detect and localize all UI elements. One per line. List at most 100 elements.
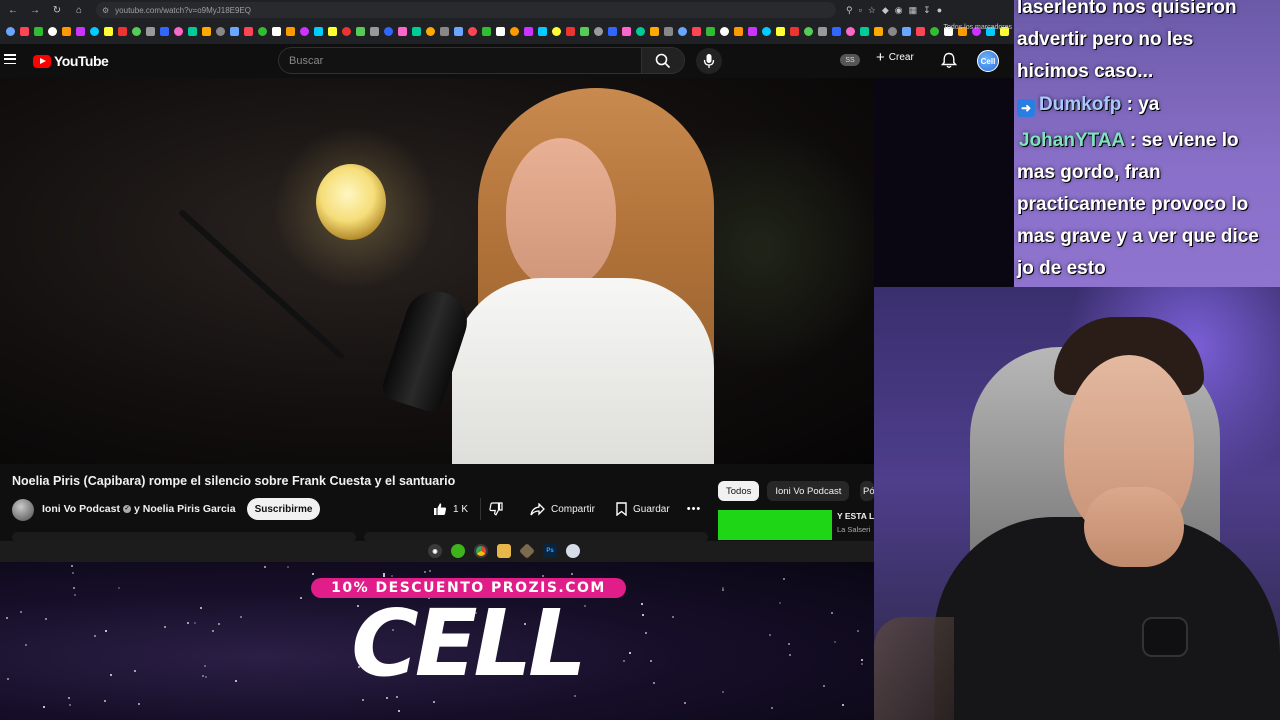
bookmark-favicon-icon[interactable] xyxy=(454,26,463,36)
bookmark-favicon-icon[interactable] xyxy=(496,26,505,36)
bookmark-favicon-icon[interactable] xyxy=(342,26,351,36)
chip-podcasts[interactable]: Pó xyxy=(860,481,874,501)
folder-icon[interactable] xyxy=(497,544,511,558)
bookmark-favicon-icon[interactable] xyxy=(482,26,491,36)
address-bar[interactable]: ⚙ youtube.com/watch?v=o9MyJ18E9EQ xyxy=(96,2,836,18)
bookmark-favicon-icon[interactable] xyxy=(762,26,771,36)
menu-icon[interactable] xyxy=(4,54,16,64)
bookmark-favicon-icon[interactable] xyxy=(160,26,169,36)
bookmark-favicon-icon[interactable] xyxy=(930,26,939,36)
all-bookmarks-button[interactable]: Todos los marcadores xyxy=(944,24,1012,31)
bookmark-favicon-icon[interactable] xyxy=(664,26,673,36)
bookmark-favicon-icon[interactable] xyxy=(300,26,309,36)
collaborator-name[interactable]: y Noelia Piris Garcia xyxy=(134,503,236,515)
bookmark-favicon-icon[interactable] xyxy=(174,26,183,36)
account-avatar[interactable]: Cell xyxy=(977,50,999,72)
video-player[interactable] xyxy=(0,78,874,464)
bookmark-favicon-icon[interactable] xyxy=(790,26,799,36)
bookmark-favicon-icon[interactable] xyxy=(6,26,15,36)
bookmark-favicon-icon[interactable] xyxy=(468,26,477,36)
bookmark-favicon-icon[interactable] xyxy=(580,26,589,36)
bookmark-favicon-icon[interactable] xyxy=(608,26,617,36)
subscribe-button[interactable]: Suscribirme xyxy=(247,498,320,520)
bookmark-favicon-icon[interactable] xyxy=(356,26,365,36)
share-button[interactable]: Compartir xyxy=(520,498,605,520)
extension-icon[interactable]: ◆ xyxy=(882,5,889,16)
bookmark-favicon-icon[interactable] xyxy=(426,26,435,36)
bookmark-favicon-icon[interactable] xyxy=(916,26,925,36)
bookmark-favicon-icon[interactable] xyxy=(874,26,883,36)
photoshop-icon[interactable]: Ps xyxy=(543,544,557,558)
bookmark-favicon-icon[interactable] xyxy=(230,26,239,36)
extensions-puzzle-icon[interactable]: ▦ xyxy=(909,5,918,16)
bookmark-favicon-icon[interactable] xyxy=(118,26,127,36)
spotify-icon[interactable] xyxy=(451,544,465,558)
app-icon[interactable] xyxy=(566,544,580,558)
dislike-button[interactable] xyxy=(480,498,510,520)
bookmark-favicon-icon[interactable] xyxy=(272,26,281,36)
bookmark-favicon-icon[interactable] xyxy=(622,26,631,36)
bookmark-favicon-icon[interactable] xyxy=(552,26,561,36)
bookmark-favicon-icon[interactable] xyxy=(720,26,729,36)
bookmark-favicon-icon[interactable] xyxy=(748,26,757,36)
download-icon[interactable]: ↧ xyxy=(923,5,931,16)
bookmark-favicon-icon[interactable] xyxy=(594,26,603,36)
bookmark-favicon-icon[interactable] xyxy=(398,26,407,36)
youtube-logo[interactable]: YouTube xyxy=(33,53,109,69)
site-info-icon[interactable]: ⚙ xyxy=(102,6,109,15)
search-input[interactable] xyxy=(289,54,641,67)
bookmark-favicon-icon[interactable] xyxy=(328,26,337,36)
back-arrow-icon[interactable]: ← xyxy=(4,1,22,19)
chrome-icon[interactable] xyxy=(474,544,488,558)
bookmark-favicon-icon[interactable] xyxy=(412,26,421,36)
bookmark-favicon-icon[interactable] xyxy=(20,26,29,36)
bookmark-favicon-icon[interactable] xyxy=(216,26,225,36)
chip-all[interactable]: Todos xyxy=(718,481,760,501)
bookmark-favicon-icon[interactable] xyxy=(132,26,141,36)
bookmark-favicon-icon[interactable] xyxy=(650,26,659,36)
recommended-video-title[interactable]: Y ESTA L xyxy=(837,511,874,521)
reload-icon[interactable]: ↻ xyxy=(48,1,66,19)
bookmark-favicon-icon[interactable] xyxy=(888,26,897,36)
extension-icon[interactable]: ◉ xyxy=(895,5,903,16)
bookmark-favicon-icon[interactable] xyxy=(286,26,295,36)
bookmark-favicon-icon[interactable] xyxy=(846,26,855,36)
bookmark-favicon-icon[interactable] xyxy=(902,26,911,36)
bookmark-favicon-icon[interactable] xyxy=(76,26,85,36)
bookmark-star-icon[interactable]: ☆ xyxy=(868,5,876,16)
create-button[interactable]: + Crear xyxy=(876,50,914,65)
zoom-icon[interactable]: ⚲ xyxy=(846,5,853,16)
bookmark-favicon-icon[interactable] xyxy=(104,26,113,36)
voice-search-button[interactable] xyxy=(696,48,722,74)
bookmark-favicon-icon[interactable] xyxy=(90,26,99,36)
bookmark-favicon-icon[interactable] xyxy=(202,26,211,36)
bookmark-favicon-icon[interactable] xyxy=(818,26,827,36)
chip-channel[interactable]: Ioni Vo Podcast xyxy=(767,481,850,501)
bookmark-favicon-icon[interactable] xyxy=(188,26,197,36)
save-button[interactable]: Guardar xyxy=(606,498,680,520)
bookmark-favicon-icon[interactable] xyxy=(706,26,715,36)
bookmark-favicon-icon[interactable] xyxy=(258,26,267,36)
bookmark-favicon-icon[interactable] xyxy=(314,26,323,36)
bookmark-favicon-icon[interactable] xyxy=(440,26,449,36)
bookmark-favicon-icon[interactable] xyxy=(244,26,253,36)
search-button[interactable] xyxy=(641,47,685,74)
bookmark-favicon-icon[interactable] xyxy=(62,26,71,36)
bookmark-favicon-icon[interactable] xyxy=(832,26,841,36)
bookmark-favicon-icon[interactable] xyxy=(804,26,813,36)
app-icon[interactable]: ◉ xyxy=(428,544,442,558)
bookmark-favicon-icon[interactable] xyxy=(146,26,155,36)
like-button[interactable]: 1 K xyxy=(425,498,480,520)
profile-icon[interactable]: ● xyxy=(937,5,942,16)
bookmark-favicon-icon[interactable] xyxy=(370,26,379,36)
home-icon[interactable]: ⌂ xyxy=(70,1,88,19)
bookmark-favicon-icon[interactable] xyxy=(34,26,43,36)
forward-arrow-icon[interactable]: → xyxy=(26,1,44,19)
bookmark-favicon-icon[interactable] xyxy=(566,26,575,36)
bookmark-favicon-icon[interactable] xyxy=(636,26,645,36)
bookmark-favicon-icon[interactable] xyxy=(860,26,869,36)
bookmark-favicon-icon[interactable] xyxy=(524,26,533,36)
bookmark-favicon-icon[interactable] xyxy=(510,26,519,36)
bookmark-favicon-icon[interactable] xyxy=(48,26,57,36)
share-page-icon[interactable]: ▫ xyxy=(859,5,862,16)
